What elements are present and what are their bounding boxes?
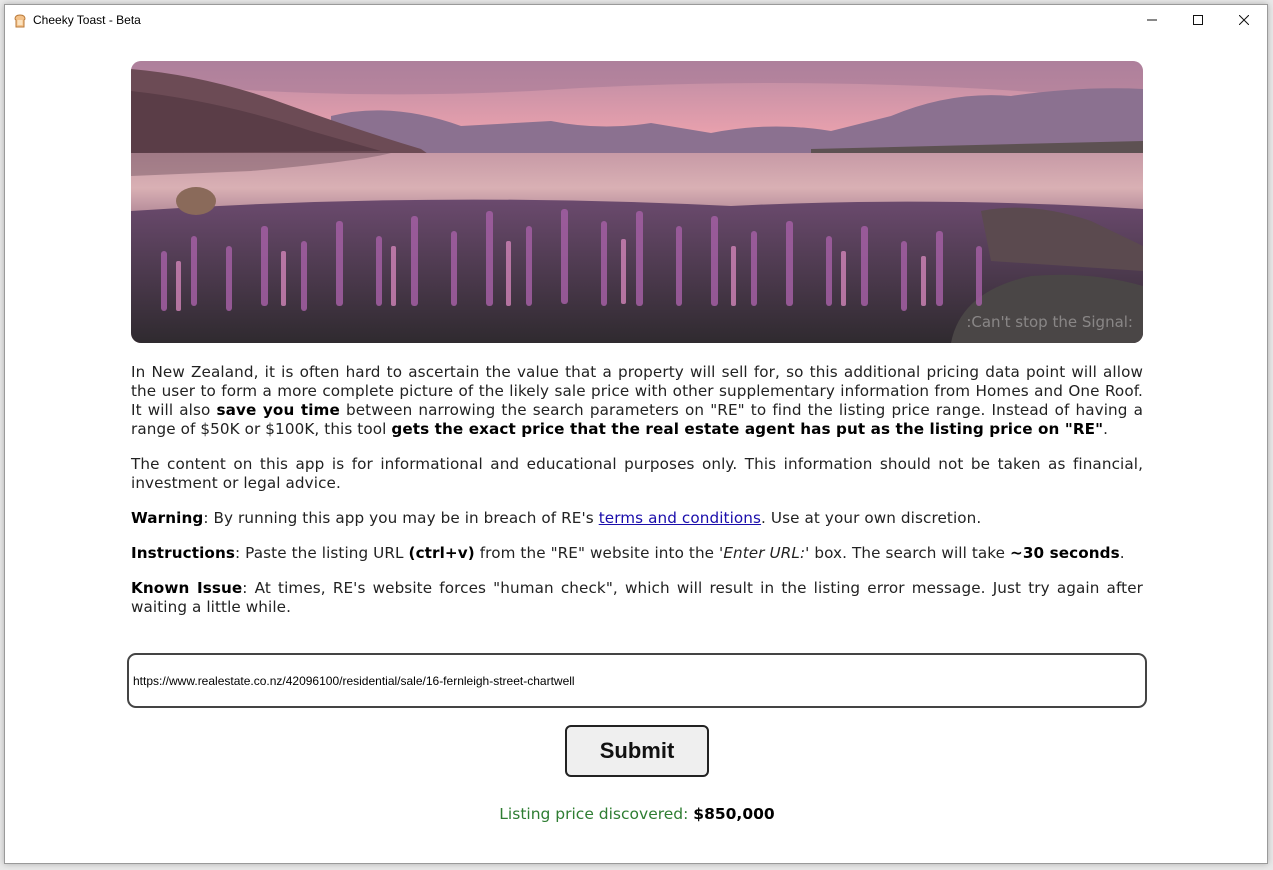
app-window: Cheeky Toast - Beta:Can't stop the Sign… [4,4,1268,864]
result-line: Listing price discovered: $850,000 [5,805,1269,823]
window-controls [1129,5,1267,35]
known-issue-paragraph: Known Issue: At times, RE's website forc… [131,579,1143,616]
window-title: Cheeky Toast - Beta [33,13,141,27]
warning-paragraph: Warning: By running this app you may be … [131,509,982,527]
maximize-button[interactable] [1175,5,1221,35]
main-content: :Can't stop the Signal: In New Zealand, … [131,61,1143,633]
minimize-button[interactable] [1129,5,1175,35]
title-bar[interactable]: Cheeky Toast - Beta [5,5,1267,35]
submit-button[interactable]: Submit [565,725,709,777]
listing-price-value: $850,000 [693,805,775,823]
toast-icon [13,13,27,28]
image-watermark: :Can't stop the Signal: [966,313,1133,331]
disclaimer-paragraph: The content on this app is for informati… [131,455,1143,492]
hero-landscape-image: :Can't stop the Signal: [131,61,1143,343]
close-button[interactable] [1221,5,1267,35]
intro-paragraph: In New Zealand, it is often hard to asce… [131,363,1143,438]
instructions-paragraph: Instructions: Paste the listing URL (ctr… [131,544,1125,562]
result-label: Listing price discovered: [499,805,694,823]
url-input[interactable] [127,653,1147,708]
terms-link[interactable]: terms and conditions [599,509,761,527]
description-text: In New Zealand, it is often hard to asce… [131,363,1143,617]
